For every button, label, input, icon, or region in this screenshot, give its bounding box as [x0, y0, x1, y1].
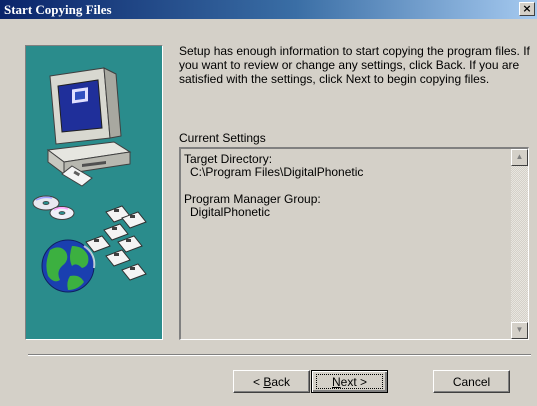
cancel-button[interactable]: Cancel — [433, 370, 510, 393]
title-bar[interactable]: Start Copying Files × — [0, 0, 537, 19]
current-settings-label: Current Settings — [179, 131, 266, 145]
window-title: Start Copying Files — [4, 2, 112, 17]
triangle-up-icon: ▲ — [515, 152, 524, 161]
computer-icon — [46, 67, 132, 187]
button-divider — [28, 354, 531, 356]
close-icon: × — [522, 2, 532, 15]
target-directory-value: C:\Program Files\DigitalPhonetic — [190, 165, 364, 179]
scroll-down-button[interactable]: ▼ — [511, 322, 528, 339]
triangle-down-icon: ▼ — [515, 325, 524, 334]
close-button[interactable]: × — [519, 2, 535, 16]
next-button[interactable]: Next > — [311, 370, 388, 393]
vertical-scrollbar[interactable]: ▲ ▼ — [511, 149, 528, 339]
current-settings-box[interactable]: Target Directory: C:\Program Files\Digit… — [179, 147, 529, 340]
cd-disc-icon — [32, 195, 75, 220]
scroll-up-button[interactable]: ▲ — [511, 149, 528, 166]
back-button[interactable]: < Back — [233, 370, 310, 393]
floppy-disks-icon — [85, 205, 147, 281]
setup-illustration — [32, 67, 147, 293]
globe-icon — [41, 239, 96, 293]
program-group-value: DigitalPhonetic — [190, 205, 271, 219]
setup-dialog: Start Copying Files × Setup has enough i… — [0, 0, 537, 406]
settings-text: Target Directory: C:\Program Files\Digit… — [184, 153, 504, 219]
intro-text: Setup has enough information to start co… — [179, 44, 530, 86]
setup-artwork-panel — [25, 45, 163, 340]
